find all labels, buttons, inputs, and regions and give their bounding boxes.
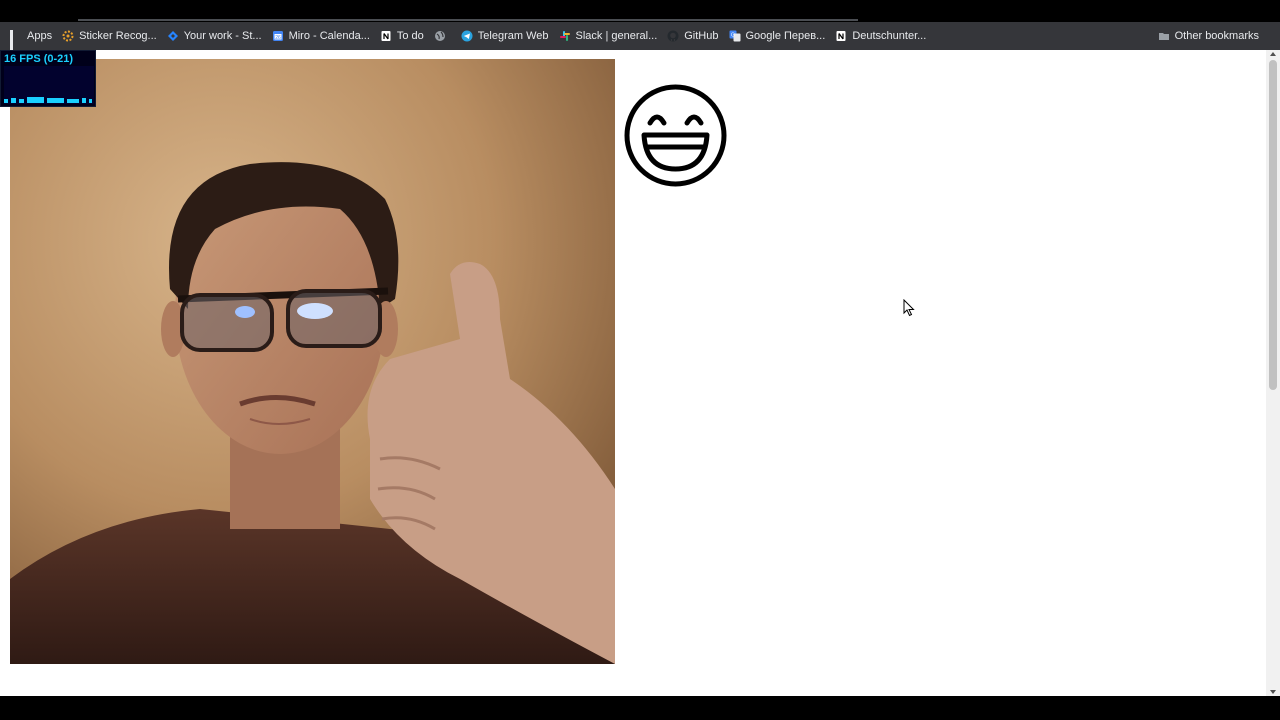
telegram-icon [461,30,473,42]
bookmark-label: Google Перев... [745,30,826,42]
scrollbar-thumb[interactable] [1269,60,1277,390]
svg-text:G: G [731,33,735,39]
bookmark-label: Apps [27,30,53,42]
bookmark-github[interactable]: GitHub [665,22,726,50]
notion-icon [381,31,391,41]
github-icon [667,30,679,42]
bookmark-deutschunterricht[interactable]: Deutschunter... [833,22,934,50]
bookmark-to-do[interactable]: To do [378,22,432,50]
gear-icon [62,30,74,42]
bookmark-label: Sticker Recog... [79,30,157,42]
webcam-frame-illustration [10,59,615,664]
fps-meter[interactable]: 16 FPS (0-21) [0,50,96,107]
bookmark-label: Miro - Calenda... [288,30,370,42]
fps-bars [4,97,92,103]
bookmark-apps[interactable]: Apps [8,22,60,57]
bookmark-label: GitHub [684,30,719,42]
webcam-video [10,59,615,664]
browser-top-strip [0,0,1280,22]
notion-icon [836,31,846,41]
bookmark-your-work[interactable]: Your work - St... [165,22,270,50]
jira-icon [167,31,178,41]
bottom-strip [0,696,1280,720]
bookmark-google-translate[interactable]: G Google Перев... [727,22,834,50]
bookmarks-bar: Apps Sticker Recog... Your work - St... … [0,22,1280,57]
folder-icon [1158,33,1169,40]
page-content: 16 FPS (0-21) [0,50,1266,696]
calendar-icon: 26 [272,31,283,41]
google-translate-icon: G [729,30,740,42]
globe-icon [434,31,445,41]
apps-grid-icon [10,30,22,57]
bookmark-label: Deutschunter... [852,30,927,42]
bookmark-label: To do [396,30,424,42]
bookmark-label: Slack | general... [575,30,658,42]
other-bookmarks-label: Other bookmarks [1174,30,1259,42]
other-bookmarks[interactable]: Other bookmarks [1156,22,1267,50]
fps-meter-text: 16 FPS (0-21) [4,53,74,65]
bookmark-label: Your work - St... [183,30,262,42]
bookmark-sticker-recog[interactable]: Sticker Recog... [60,22,165,50]
bookmark-telegram-web[interactable]: Telegram Web [459,22,557,50]
svg-text:26: 26 [275,35,281,41]
scroll-up-arrow-icon[interactable] [1270,52,1276,56]
bookmark-label: Telegram Web [477,30,549,42]
bookmark-slack[interactable]: Slack | general... [557,22,666,50]
tab-indicator [78,19,858,21]
bookmark-globe[interactable] [432,22,459,50]
bookmark-miro-calendar[interactable]: 26 Miro - Calenda... [270,22,378,50]
slack-icon [559,31,570,41]
grinning-face-icon [624,84,727,187]
mouse-cursor-icon [903,299,915,317]
vertical-scrollbar[interactable] [1266,50,1280,696]
scroll-down-arrow-icon[interactable] [1270,690,1276,694]
